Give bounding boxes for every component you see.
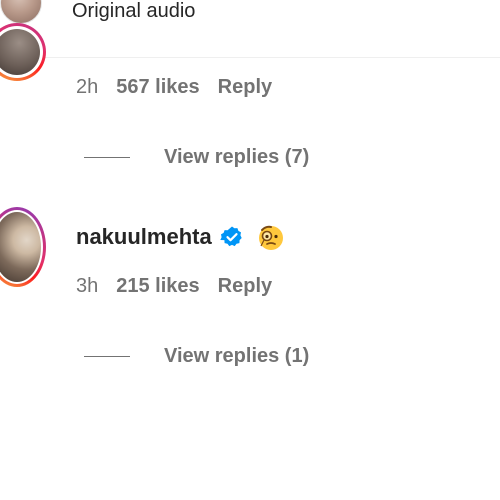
divider — [0, 57, 500, 58]
commenter-avatar[interactable] — [0, 207, 48, 287]
commenter-avatar[interactable] — [0, 23, 46, 81]
view-replies-line — [84, 156, 130, 158]
comment-meta: 2h 567 likes Reply — [76, 76, 272, 99]
comment-meta: 3h 215 likes Reply — [76, 275, 272, 298]
audio-avatar[interactable] — [0, 0, 42, 24]
view-replies-button[interactable]: View replies (7) — [84, 145, 309, 169]
verified-badge-icon — [220, 226, 242, 247]
audio-row[interactable]: Original audio — [0, 0, 500, 28]
audio-label[interactable]: Original audio — [72, 0, 195, 23]
comment-time: 3h — [76, 275, 99, 297]
comment-header: nakuulmehta — [76, 222, 286, 252]
avatar-photo — [0, 29, 40, 75]
comments-panel: Original audio 2h 567 likes Reply View r… — [0, 0, 500, 500]
view-replies-label: View replies (1) — [164, 344, 310, 367]
view-replies-label: View replies (7) — [164, 145, 310, 168]
reply-button[interactable]: Reply — [218, 275, 272, 298]
view-replies-line — [84, 355, 130, 357]
view-replies-button[interactable]: View replies (1) — [84, 344, 309, 368]
comment-likes[interactable]: 215 likes — [116, 275, 199, 298]
avatar-ring-gap — [0, 26, 43, 78]
face-with-monocle-emoji — [258, 225, 283, 250]
comment-likes[interactable]: 567 likes — [116, 76, 199, 99]
reply-button[interactable]: Reply — [218, 76, 272, 99]
comment-time: 2h — [76, 76, 99, 98]
comment-username[interactable]: nakuulmehta — [76, 224, 212, 250]
